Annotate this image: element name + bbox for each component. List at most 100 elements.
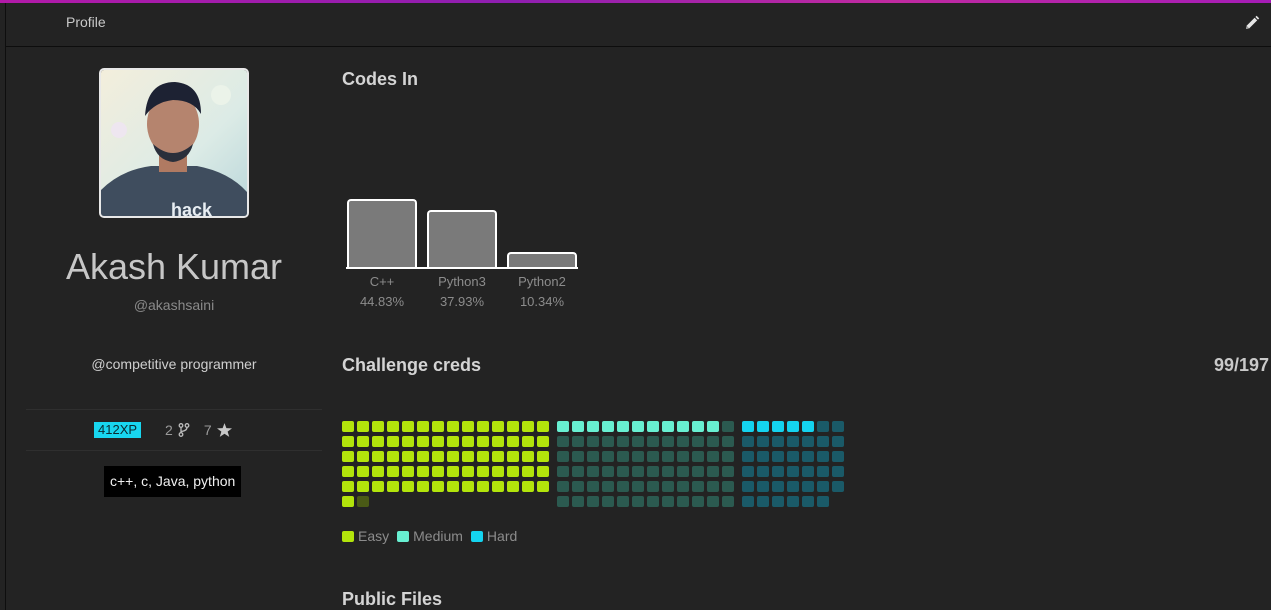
medium-challenge-cell [707, 421, 719, 432]
codes-in-title: Codes In [342, 69, 419, 89]
medium-challenge-cell [647, 421, 659, 432]
medium-challenge-cell [722, 451, 734, 462]
profile-handle: @akashsaini [133, 297, 215, 313]
languages-tooltip: c++, c, Java, python [104, 466, 242, 497]
easy-challenge-cell [432, 421, 444, 432]
medium-challenge-cell [722, 436, 734, 447]
medium-challenge-cell [602, 496, 614, 507]
medium-challenge-cell [677, 466, 689, 477]
stars-count: 7 [203, 422, 212, 438]
medium-challenge-cell [587, 436, 599, 447]
easy-challenge-cell [462, 451, 474, 462]
medium-challenge-cell [647, 466, 659, 477]
medium-challenge-cell [602, 436, 614, 447]
medium-challenge-cell [677, 421, 689, 432]
hard-challenge-cell [757, 421, 769, 432]
easy-challenge-cell [432, 451, 444, 462]
easy-challenge-cell [432, 481, 444, 492]
easy-challenge-cell [507, 451, 519, 462]
easy-challenge-cell [342, 466, 354, 477]
hard-challenge-cell [817, 466, 829, 477]
easy-challenge-cell [537, 481, 549, 492]
easy-challenge-cell [417, 481, 429, 492]
hard-challenge-cell [817, 481, 829, 492]
hard-challenge-cell [832, 421, 844, 432]
xp-badge: 412XP [94, 422, 142, 438]
easy-challenge-cell [357, 436, 369, 447]
medium-challenge-cell [602, 466, 614, 477]
medium-challenge-cell [722, 421, 734, 432]
easy-challenge-cell [507, 466, 519, 477]
easy-challenge-cell [522, 481, 534, 492]
legend-easy-swatch [342, 530, 354, 542]
easy-challenge-cell [447, 481, 459, 492]
easy-challenge-cell [492, 481, 504, 492]
easy-challenge-cell [492, 451, 504, 462]
hard-challenge-cell [772, 496, 784, 507]
medium-challenge-cell [722, 496, 734, 507]
medium-challenge-cell [647, 436, 659, 447]
forks-count: 2 [165, 422, 173, 438]
legend-hard-swatch [470, 530, 483, 542]
bar-category: Python2 [518, 274, 566, 289]
medium-challenge-cell [677, 496, 689, 507]
easy-challenge-cell [537, 466, 549, 477]
medium-challenge-cell [647, 451, 659, 462]
easy-challenge-cell [522, 466, 534, 477]
easy-challenge-cell [462, 466, 474, 477]
hard-challenge-cell [757, 466, 769, 477]
hard-challenge-cell [787, 481, 799, 492]
hard-challenge-cell [787, 466, 799, 477]
page-title: Profile [66, 14, 106, 30]
bar-python3 [427, 210, 497, 268]
easy-challenge-cell [462, 481, 474, 492]
medium-challenge-cell [587, 451, 599, 462]
medium-challenge-cell [662, 451, 674, 462]
hard-challenge-cell [757, 496, 769, 507]
hard-challenge-cell [742, 496, 754, 507]
medium-challenge-cell [572, 451, 584, 462]
medium-challenge-cell [632, 496, 644, 507]
stars-stat[interactable]: 7 [204, 422, 232, 438]
easy-challenge-cell [387, 421, 399, 432]
medium-challenge-cell [572, 421, 584, 432]
medium-challenge-cell [617, 496, 629, 507]
public-files-title: Public Files [342, 589, 443, 609]
bar-category: Python3 [438, 274, 486, 289]
hard-challenge-cell [742, 436, 754, 447]
forks-stat[interactable]: 2 [165, 422, 190, 438]
easy-challenge-cell [522, 436, 534, 447]
medium-challenge-cell [662, 436, 674, 447]
easy-challenge-cell [342, 436, 354, 447]
easy-challenge-cell [537, 436, 549, 447]
medium-challenge-cell [707, 451, 719, 462]
challenge-creds-title: Challenge creds [342, 355, 482, 375]
bar-label: C++ 44.83% [346, 272, 418, 312]
easy-challenge-cell [387, 481, 399, 492]
pencil-icon[interactable] [1243, 14, 1261, 32]
medium-challenge-cell [677, 451, 689, 462]
easy-challenge-cell [372, 466, 384, 477]
svg-text:hack: hack [171, 200, 213, 216]
easy-challenge-cell [342, 496, 354, 507]
medium-challenge-cell [557, 481, 569, 492]
divider-bottom [26, 450, 322, 451]
easy-challenge-cell [477, 466, 489, 477]
hard-challenge-cell [802, 421, 814, 432]
bar-c [347, 199, 417, 268]
medium-challenge-cell [632, 466, 644, 477]
easy-challenge-cell [522, 421, 534, 432]
easy-challenge-cell [462, 436, 474, 447]
easy-challenge-cell [477, 451, 489, 462]
easy-challenge-cell [417, 421, 429, 432]
medium-challenge-cell [557, 496, 569, 507]
hard-challenge-cell [817, 436, 829, 447]
medium-challenge-cell [617, 436, 629, 447]
hard-challenge-cell [787, 421, 799, 432]
easy-challenge-cell [447, 436, 459, 447]
medium-challenge-cell [617, 466, 629, 477]
hard-challenge-cell [817, 421, 829, 432]
medium-challenge-cell [692, 481, 704, 492]
easy-challenge-cell [387, 466, 399, 477]
medium-challenge-cell [572, 436, 584, 447]
